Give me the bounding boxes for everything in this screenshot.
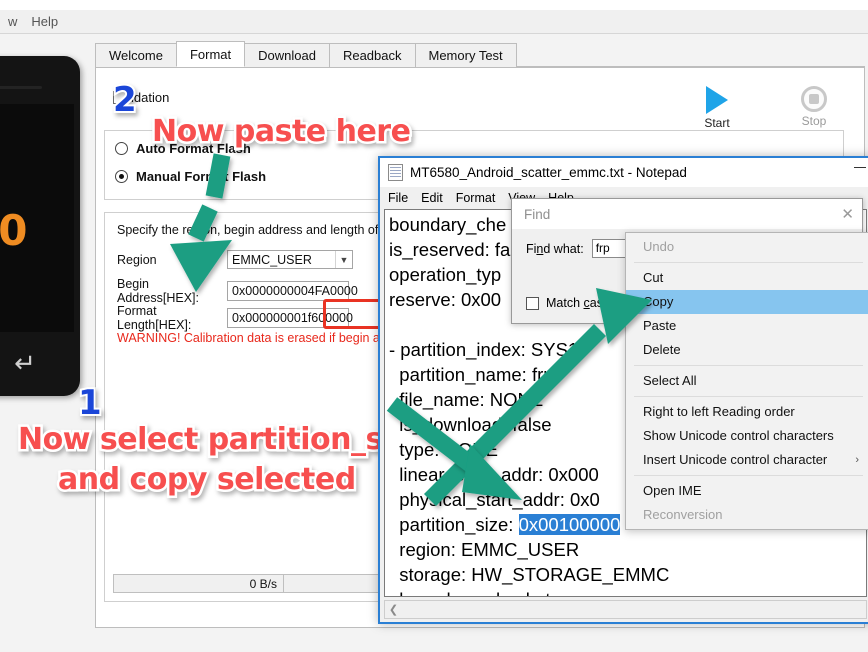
chevron-left-icon[interactable]: ❮ [385, 603, 402, 616]
tab-memory-test[interactable]: Memory Test [414, 43, 517, 67]
region-select-value: EMMC_USER [232, 252, 312, 267]
notepad-title-text: MT6580_Android_scatter_emmc.txt - Notepa… [410, 164, 687, 180]
context-menu-item-open-ime[interactable]: Open IME [626, 479, 868, 503]
tabstrip-filler [515, 66, 865, 67]
phone-illustration: 80 ↵ [0, 56, 80, 396]
begin-address-row: Begin Address[HEX]: 0x0000000004FA0000 [117, 277, 358, 305]
begin-address-label: Begin Address[HEX]: [117, 277, 199, 305]
notepad-horizontal-scrollbar[interactable]: ❮ [384, 600, 867, 619]
format-length-input[interactable]: 0x000000001f600000 [227, 308, 353, 328]
partition-size-selected-value[interactable]: 0x00100000 [518, 514, 621, 535]
context-menu-separator [634, 396, 863, 397]
context-menu-item-cut[interactable]: Cut [626, 266, 868, 290]
match-case-row[interactable]: Match case [526, 296, 610, 310]
tabstrip: Welcome Format Download Readback Memory … [95, 41, 865, 68]
context-menu-item-undo[interactable]: Undo [626, 235, 868, 259]
close-icon[interactable]: ✕ [841, 205, 854, 223]
start-label: Start [704, 116, 730, 130]
chevron-right-icon: › [855, 454, 859, 466]
begin-address-input[interactable]: 0x0000000004FA0000 [227, 281, 358, 301]
step-badge-1: 1 [76, 381, 104, 425]
context-menu-item-copy[interactable]: Copy [626, 290, 868, 314]
start-button[interactable]: Start [682, 86, 752, 130]
step-badge-2: 2 [111, 78, 139, 122]
stop-button[interactable]: Stop [779, 86, 849, 128]
tab-welcome[interactable]: Welcome [95, 43, 177, 67]
region-row: Region EMMC_USER ▼ [117, 250, 353, 269]
phone-model-digits: 80 [0, 206, 29, 255]
radio-manual-indicator[interactable] [115, 170, 128, 183]
match-case-checkbox[interactable] [526, 296, 539, 310]
find-dialog-titlebar: Find ✕ [512, 199, 862, 229]
context-menu-item-label: Insert Unicode control character [643, 452, 828, 467]
play-icon [706, 86, 728, 114]
chevron-down-icon[interactable]: ▼ [335, 251, 352, 268]
host-app-menubar: w Help [0, 10, 868, 34]
validation-label: idation [131, 90, 170, 105]
annotation-select-line2: and copy selected [56, 460, 359, 500]
region-label: Region [117, 252, 157, 267]
calibration-warning: WARNING! Calibration data is erased if b… [117, 331, 380, 345]
back-arrow-icon: ↵ [14, 348, 36, 378]
match-case-label: Match case [546, 296, 610, 310]
context-menu-item-paste[interactable]: Paste [626, 314, 868, 338]
radio-auto-indicator[interactable] [115, 142, 128, 155]
tab-format[interactable]: Format [175, 41, 246, 67]
menu-item-window[interactable]: w [8, 14, 17, 29]
radio-manual-label: Manual Format Flash [136, 169, 267, 184]
radio-manual-format-flash[interactable]: Manual Format Flash [115, 169, 266, 184]
notepad-menu-file[interactable]: File [388, 191, 408, 205]
annotation-select-line1: Now select partition_size [15, 420, 432, 460]
context-menu-item-select-all[interactable]: Select All [626, 369, 868, 393]
notepad-menu-format[interactable]: Format [456, 191, 496, 205]
notepad-line: storage: HW_STORAGE_EMMC [389, 564, 670, 585]
context-menu-item-reconversion[interactable]: Reconversion [626, 503, 868, 527]
context-menu-item-rtl-reading-order[interactable]: Right to left Reading order [626, 400, 868, 424]
tab-download[interactable]: Download [244, 43, 330, 67]
format-length-row: Format Length[HEX]: 0x000000001f600000 [117, 304, 353, 332]
context-menu-separator [634, 475, 863, 476]
status-speed: 0 B/s [114, 575, 284, 592]
context-menu[interactable]: Undo Cut Copy Paste Delete Select All Ri… [625, 232, 868, 530]
format-length-label: Format Length[HEX]: [117, 304, 192, 332]
phone-speaker [0, 86, 42, 89]
find-dialog-title: Find [524, 206, 551, 222]
partition-size-key: partition_size: [389, 514, 519, 535]
notepad-titlebar[interactable]: MT6580_Android_scatter_emmc.txt - Notepa… [379, 157, 868, 187]
context-menu-item-insert-unicode-control-character[interactable]: Insert Unicode control character › [626, 448, 868, 472]
region-select[interactable]: EMMC_USER ▼ [227, 250, 353, 269]
context-menu-item-show-unicode-control-characters[interactable]: Show Unicode control characters [626, 424, 868, 448]
stop-icon [801, 86, 827, 112]
notepad-line: boundary_check: true [389, 587, 866, 596]
notepad-menu-edit[interactable]: Edit [421, 191, 443, 205]
screenshot-root: w Help 80 ↵ Welcome Format Download Read… [0, 0, 868, 652]
stop-label: Stop [801, 114, 827, 128]
context-menu-separator [634, 262, 863, 263]
context-menu-item-delete[interactable]: Delete [626, 338, 868, 362]
notepad-line: region: EMMC_USER [389, 539, 580, 560]
context-menu-separator [634, 365, 863, 366]
annotation-paste-here: Now paste here [149, 112, 413, 152]
minimize-icon[interactable] [854, 167, 866, 168]
notepad-icon [388, 163, 403, 181]
find-what-label: Find what: [526, 241, 584, 256]
tab-readback[interactable]: Readback [328, 43, 416, 67]
menu-item-help[interactable]: Help [31, 14, 58, 29]
